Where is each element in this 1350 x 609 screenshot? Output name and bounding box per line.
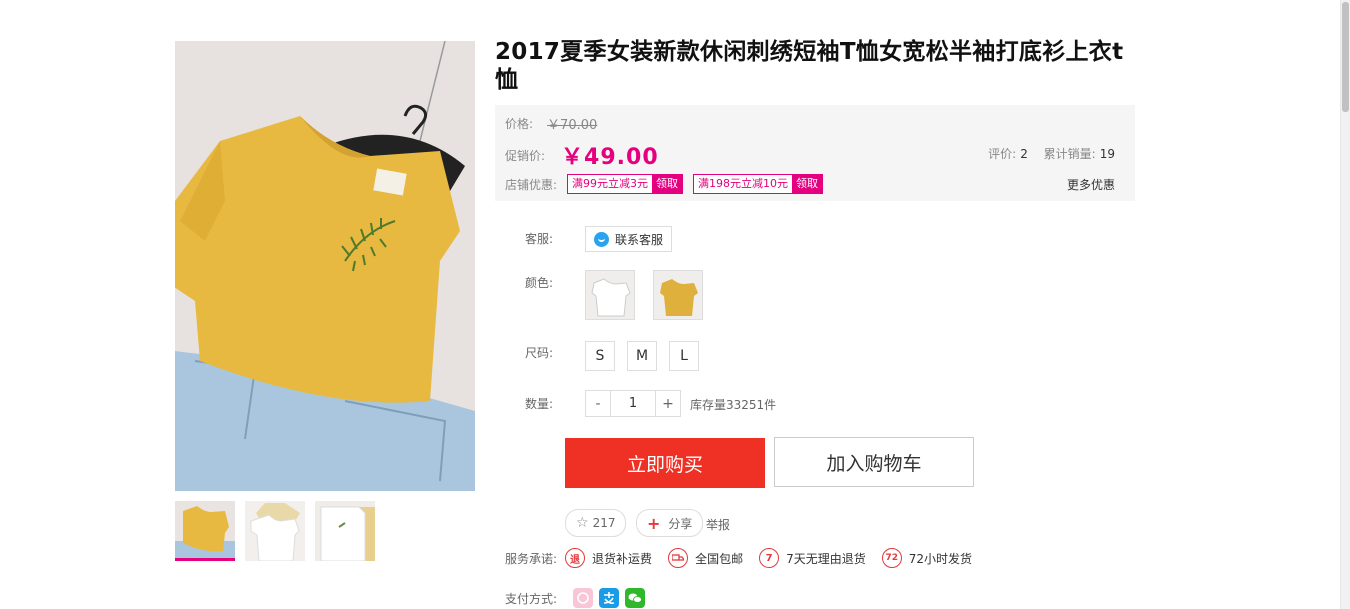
- original-price-label: 价格:: [505, 117, 534, 131]
- buy-now-button[interactable]: 立即购买: [565, 438, 765, 488]
- claim-coupon-button[interactable]: 领取: [652, 175, 683, 193]
- thumbnail-strip: [175, 501, 375, 561]
- credit-card-glyph: [577, 592, 589, 604]
- sales-count: 19: [1099, 147, 1115, 161]
- color-option-white[interactable]: [585, 270, 635, 320]
- service-7day-return: 7 7天无理由退货: [759, 548, 866, 568]
- thumbnail-yellow[interactable]: [175, 501, 235, 561]
- price-box: 价格: ￥70.00 促销价: ￥49.00 评价: 2 累计销量: 19 店铺优惠…: [495, 105, 1135, 201]
- size-option-s[interactable]: S: [585, 341, 615, 371]
- wechat-pay-icon: [625, 588, 646, 608]
- coupon-text: 满198元立减10元: [694, 175, 793, 193]
- color-label: 颜色:: [525, 276, 554, 290]
- chat-icon: [594, 231, 609, 247]
- stock-count: 库存量33251件: [690, 398, 777, 412]
- alipay-glyph: [604, 592, 615, 604]
- promo-price-label: 促销价:: [505, 148, 546, 163]
- truck-icon: [672, 554, 685, 561]
- service-text: 退货补运费: [592, 551, 653, 566]
- plus-icon: +: [647, 513, 661, 533]
- payment-methods: 支付方式:: [505, 588, 651, 608]
- report-link[interactable]: 举报: [706, 516, 730, 533]
- coupon-99: 满99元立减3元 领取: [567, 174, 684, 194]
- quantity-increase-button[interactable]: +: [656, 391, 680, 416]
- original-price-row: 价格: ￥70.00: [505, 114, 597, 133]
- yellow-shirt-swatch: [654, 271, 702, 319]
- size-option-l[interactable]: L: [669, 341, 699, 371]
- thumbnail-white-fold[interactable]: [315, 501, 375, 561]
- contact-service-button[interactable]: 联系客服: [585, 226, 673, 252]
- wechat-glyph: [628, 593, 642, 603]
- more-offers-link[interactable]: 更多优惠: [1067, 176, 1115, 193]
- shop-offer-label: 店铺优惠:: [505, 177, 558, 192]
- promo-price-row: 促销价: ￥49.00: [505, 139, 659, 171]
- favorite-button[interactable]: ☆ 217: [565, 509, 627, 537]
- product-gallery: [175, 41, 475, 561]
- white-shirt-swatch: [586, 271, 634, 319]
- share-label: 分享: [668, 516, 693, 531]
- product-info: 2017夏季女装新款休闲刺绣短袖T恤女宽松半袖打底衫上衣t恤 价格: ￥70.0…: [495, 38, 1135, 608]
- free-shipping-icon: [668, 548, 689, 568]
- service-return-shipping: 退 退货补运费: [565, 548, 652, 568]
- service-promises: 服务承诺: 退 退货补运费 全国包邮 7 7天无理由退货 72 72小时发货: [505, 548, 988, 568]
- shop-offers-row: 店铺优惠: 满99元立减3元 领取 满198元立减10元 领取: [505, 174, 824, 194]
- add-to-cart-button[interactable]: 加入购物车: [774, 437, 974, 487]
- quantity-decrease-button[interactable]: -: [586, 391, 610, 416]
- promo-price: ￥49.00: [561, 145, 659, 170]
- quantity-label: 数量:: [525, 397, 554, 411]
- seven-day-badge-icon: 7: [759, 548, 780, 568]
- return-badge-icon: 退: [565, 548, 586, 568]
- thumbnail-white-fold-image: [315, 501, 375, 561]
- color-option-yellow[interactable]: [653, 270, 703, 320]
- size-label: 尺码:: [525, 346, 554, 360]
- seventy-two-hour-badge-icon: 72: [881, 548, 902, 568]
- product-title: 2017夏季女装新款休闲刺绣短袖T恤女宽松半袖打底衫上衣t恤: [495, 39, 1124, 93]
- alipay-icon: [599, 588, 620, 608]
- thumbnail-white-yellow[interactable]: [245, 501, 305, 561]
- service-text: 7天无理由退货: [786, 551, 866, 566]
- thumbnail-yellow-image: [175, 501, 235, 558]
- main-product-image[interactable]: [175, 41, 475, 491]
- page-scrollbar[interactable]: [1340, 0, 1350, 609]
- credit-card-icon: [573, 588, 594, 608]
- rating-count: 2: [1020, 147, 1028, 161]
- share-button[interactable]: + 分享: [636, 509, 704, 537]
- claim-coupon-button[interactable]: 领取: [792, 175, 823, 193]
- star-icon: ☆: [576, 515, 589, 531]
- original-price: ￥70.00: [547, 118, 598, 133]
- product-stats: 评价: 2 累计销量: 19: [988, 145, 1115, 162]
- favorite-count: 217: [592, 516, 616, 530]
- coupon-198: 满198元立减10元 领取: [693, 174, 824, 194]
- thumbnail-white-yellow-image: [245, 501, 305, 561]
- payment-label: 支付方式:: [505, 591, 558, 606]
- service-text: 72小时发货: [908, 551, 972, 566]
- service-free-shipping: 全国包邮: [668, 548, 743, 568]
- size-option-m[interactable]: M: [627, 341, 657, 371]
- quantity-stepper: - 1 +: [585, 390, 681, 417]
- sales-label: 累计销量:: [1043, 147, 1096, 161]
- service-label: 客服:: [525, 232, 554, 246]
- service-72h-delivery: 72 72小时发货: [881, 548, 972, 568]
- quantity-input[interactable]: 1: [610, 391, 656, 416]
- scrollbar-thumb[interactable]: [1342, 2, 1349, 112]
- service-promises-label: 服务承诺:: [505, 551, 558, 566]
- rating-label: 评价:: [988, 147, 1017, 161]
- service-text: 全国包邮: [695, 551, 744, 566]
- contact-service-label: 联系客服: [615, 232, 664, 247]
- coupon-text: 满99元立减3元: [568, 175, 653, 193]
- tshirt-photo: [175, 41, 475, 491]
